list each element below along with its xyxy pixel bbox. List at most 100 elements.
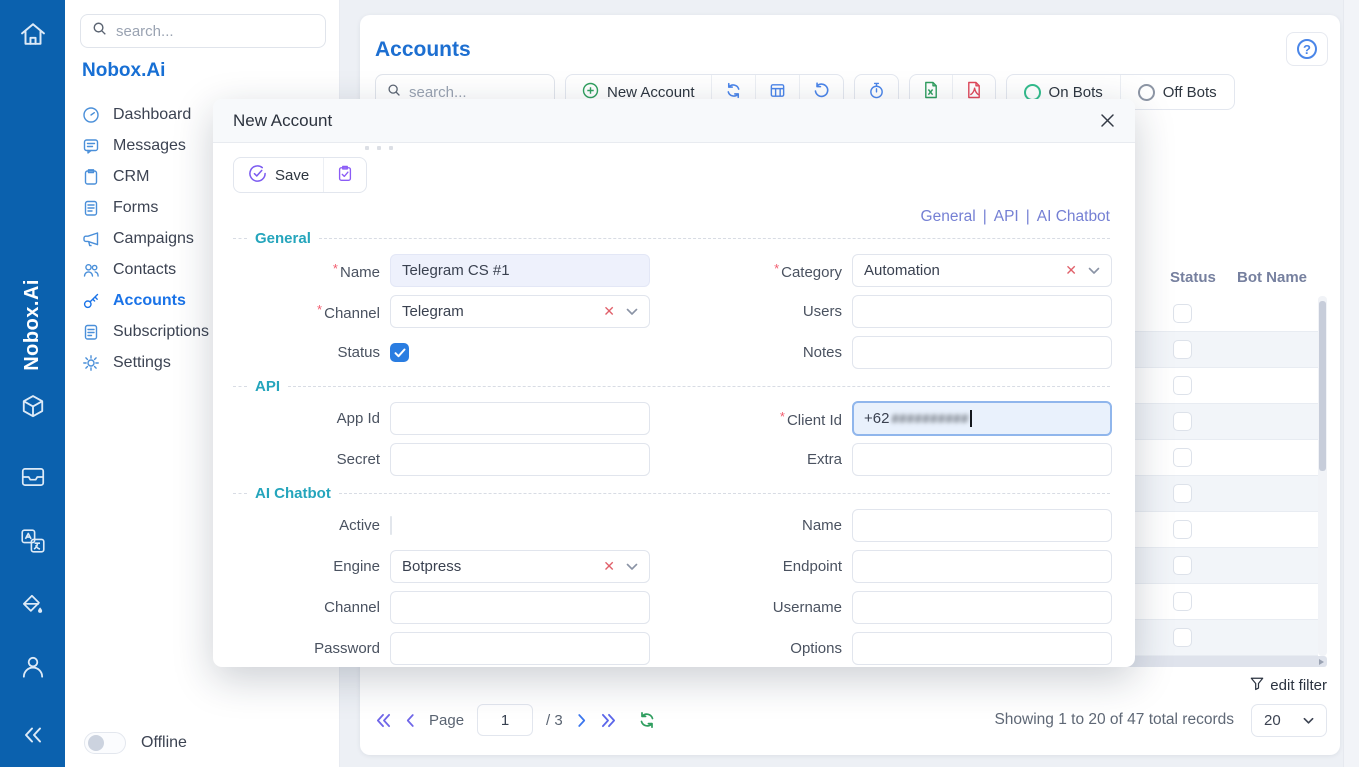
document-lines-icon — [82, 199, 100, 217]
app-id-label: App Id — [233, 410, 381, 427]
form-row: Channel Username — [233, 591, 1110, 624]
form-row: *Channel Telegram ✕ Users — [233, 295, 1110, 328]
username-label: Username — [659, 599, 843, 616]
password-field[interactable] — [390, 632, 650, 665]
offline-toggle-row: Offline — [84, 732, 187, 754]
row-status-checkbox[interactable] — [1173, 556, 1192, 575]
active-checkbox[interactable] — [390, 516, 392, 535]
last-page-icon[interactable] — [600, 713, 617, 728]
page-scrollbar[interactable] — [1343, 0, 1359, 767]
save-button[interactable]: Save — [234, 158, 323, 192]
close-icon[interactable] — [1100, 113, 1115, 128]
scrollbar-thumb[interactable] — [1319, 301, 1326, 471]
paint-drop-icon[interactable] — [0, 592, 65, 620]
extra-field[interactable] — [852, 443, 1112, 476]
section-heading-ai-chatbot: AI Chatbot — [233, 484, 1110, 502]
clear-icon[interactable]: ✕ — [1065, 262, 1077, 279]
table-search-input[interactable] — [409, 84, 543, 101]
clipboard-check-icon — [336, 164, 354, 187]
password-label: Password — [233, 640, 381, 657]
chevron-down-icon — [626, 558, 638, 575]
nav-link-api[interactable]: API — [994, 208, 1019, 225]
first-page-icon[interactable] — [375, 713, 392, 728]
category-select[interactable]: Automation ✕ — [852, 254, 1112, 287]
row-status-checkbox[interactable] — [1173, 376, 1192, 395]
key-icon — [82, 292, 100, 310]
status-label: Status — [233, 344, 381, 361]
row-status-checkbox[interactable] — [1173, 448, 1192, 467]
help-icon: ? — [1297, 39, 1317, 59]
refresh-icon[interactable] — [638, 711, 656, 729]
megaphone-icon — [82, 230, 100, 248]
sidebar-search[interactable] — [80, 14, 326, 48]
secret-field[interactable] — [390, 443, 650, 476]
form-row: *Name Telegram CS #1 *Category Automatio… — [233, 254, 1110, 287]
channel-select[interactable]: Telegram ✕ — [390, 295, 650, 328]
channel-label: *Channel — [233, 302, 381, 322]
table-vertical-scrollbar[interactable] — [1318, 296, 1327, 656]
engine-select[interactable]: Botpress ✕ — [390, 550, 650, 583]
sidebar-search-input[interactable] — [116, 23, 314, 40]
form-row: Active Name — [233, 509, 1110, 542]
row-status-checkbox[interactable] — [1173, 412, 1192, 431]
bot-name-field[interactable] — [852, 509, 1112, 542]
column-header-bot-name[interactable]: Bot Name — [1237, 269, 1307, 286]
bot-name-label: Name — [659, 517, 843, 534]
active-label: Active — [233, 517, 381, 534]
row-status-checkbox[interactable] — [1173, 628, 1192, 647]
clear-icon[interactable]: ✕ — [603, 303, 615, 320]
row-status-checkbox[interactable] — [1173, 520, 1192, 539]
gear-icon — [82, 354, 100, 372]
notes-field[interactable] — [852, 336, 1112, 369]
client-id-field[interactable]: +62########## — [852, 401, 1112, 436]
off-bots-radio[interactable]: Off Bots — [1120, 75, 1234, 109]
nav-link-general[interactable]: General — [921, 208, 976, 225]
row-status-checkbox[interactable] — [1173, 340, 1192, 359]
user-icon[interactable] — [0, 653, 65, 681]
section-heading-api: API — [233, 377, 1110, 395]
page-title: Accounts — [375, 38, 471, 62]
home-icon[interactable] — [0, 18, 65, 50]
modal-title: New Account — [233, 111, 332, 131]
app-id-field[interactable] — [390, 402, 650, 435]
page-number-input[interactable] — [477, 704, 533, 736]
row-status-checkbox[interactable] — [1173, 592, 1192, 611]
username-field[interactable] — [852, 591, 1112, 624]
edit-filter-button[interactable]: edit filter — [1250, 676, 1327, 695]
nav-link-ai-chatbot[interactable]: AI Chatbot — [1037, 208, 1110, 225]
name-label: *Name — [233, 261, 381, 281]
modal-header: New Account — [213, 99, 1135, 143]
check-circle-icon — [248, 164, 267, 187]
status-checkbox[interactable] — [390, 343, 409, 362]
endpoint-field[interactable] — [852, 550, 1112, 583]
help-button[interactable]: ? — [1286, 32, 1328, 66]
clear-icon[interactable]: ✕ — [603, 558, 615, 575]
row-status-checkbox[interactable] — [1173, 304, 1192, 323]
package-icon[interactable] — [0, 392, 65, 422]
name-field[interactable]: Telegram CS #1 — [390, 254, 650, 287]
translate-icon[interactable] — [0, 527, 65, 555]
form-row: Password Options — [233, 632, 1110, 665]
page-size-select[interactable]: 20 — [1251, 704, 1327, 737]
messages-icon — [82, 137, 100, 155]
extra-label: Extra — [659, 451, 843, 468]
column-header-status[interactable]: Status — [1170, 269, 1216, 286]
modal-body: Save General|API|AI Chatbot General *Nam… — [213, 143, 1135, 667]
total-pages: / 3 — [546, 712, 563, 729]
next-page-icon[interactable] — [576, 713, 587, 728]
collapse-sidebar-icon[interactable] — [0, 722, 65, 748]
users-label: Users — [659, 303, 843, 320]
row-status-checkbox[interactable] — [1173, 484, 1192, 503]
inbox-icon[interactable] — [0, 463, 65, 491]
category-label: *Category — [659, 261, 843, 281]
chevron-down-icon — [1088, 262, 1100, 279]
save-and-close-button[interactable] — [323, 158, 366, 192]
bot-channel-field[interactable] — [390, 591, 650, 624]
text-cursor — [970, 410, 972, 427]
options-field[interactable] — [852, 632, 1112, 665]
chevron-down-icon — [1303, 712, 1314, 729]
users-field[interactable] — [852, 295, 1112, 328]
prev-page-icon[interactable] — [405, 713, 416, 728]
funnel-icon — [1250, 676, 1264, 695]
offline-toggle[interactable] — [84, 732, 126, 754]
